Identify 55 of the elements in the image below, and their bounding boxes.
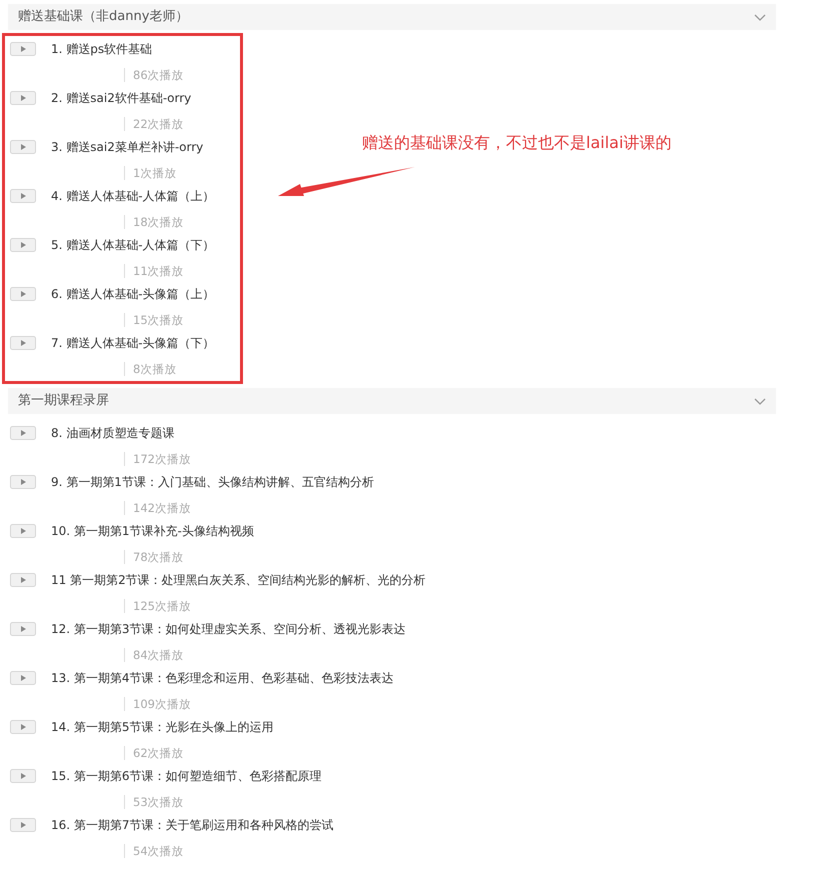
play-icon[interactable] [10,42,36,56]
play-count: 1次播放 [124,166,176,180]
play-icon[interactable] [10,769,36,783]
play-count: 11次播放 [124,264,184,278]
lesson-title[interactable]: 6. 赠送人体基础-头像篇（上） [51,285,215,303]
lesson-title[interactable]: 9. 第一期第1节课：入门基础、头像结构讲解、五官结构分析 [51,473,374,491]
chevron-down-icon[interactable] [754,14,766,20]
play-icon[interactable] [10,426,36,440]
lesson-title[interactable]: 15. 第一期第6节课：如何塑造细节、色彩搭配原理 [51,767,322,785]
annotation-text: 赠送的基础课没有，不过也不是lailai讲课的 [362,132,672,154]
play-icon[interactable] [10,720,36,734]
play-count: 172次播放 [124,452,191,466]
play-icon[interactable] [10,140,36,154]
play-count: 109次播放 [124,697,191,711]
section-title: 第一期课程录屏 [18,392,109,410]
lesson-title[interactable]: 7. 赠送人体基础-头像篇（下） [51,334,215,352]
chevron-down-icon[interactable] [754,398,766,404]
play-icon[interactable] [10,475,36,489]
play-count: 78次播放 [124,550,184,564]
play-count: 22次播放 [124,117,184,131]
play-icon[interactable] [10,818,36,832]
play-icon[interactable] [10,336,36,350]
lesson-title[interactable]: 8. 油画材质塑造专题课 [51,424,174,442]
play-count: 15次播放 [124,313,184,327]
play-icon[interactable] [10,189,36,203]
play-count: 86次播放 [124,68,184,82]
play-count: 53次播放 [124,795,184,809]
play-icon[interactable] [10,524,36,538]
play-count: 84次播放 [124,648,184,662]
play-icon[interactable] [10,91,36,105]
play-count: 54次播放 [124,844,184,858]
lesson-title[interactable]: 13. 第一期第4节课：色彩理念和运用、色彩基础、色彩技法表达 [51,669,394,687]
lesson-title[interactable]: 14. 第一期第5节课：光影在头像上的运用 [51,718,274,736]
lesson-title[interactable]: 1. 赠送ps软件基础 [51,40,152,58]
lesson-title[interactable]: 11 第一期第2节课：处理黑白灰关系、空间结构光影的解析、光的分析 [51,571,426,589]
play-count: 125次播放 [124,599,191,613]
lesson-title[interactable]: 4. 赠送人体基础-人体篇（上） [51,187,215,205]
play-count: 62次播放 [124,746,184,760]
lesson-title[interactable]: 16. 第一期第7节课：关于笔刷运用和各种风格的尝试 [51,816,334,834]
lesson-title[interactable]: 12. 第一期第3节课：如何处理虚实关系、空间分析、透视光影表达 [51,620,406,638]
play-count: 142次播放 [124,501,191,515]
section-header[interactable]: 第一期课程录屏 [8,388,776,414]
lesson-title[interactable]: 5. 赠送人体基础-人体篇（下） [51,236,215,254]
play-icon[interactable] [10,573,36,587]
play-icon[interactable] [10,287,36,301]
section-title: 赠送基础课（非danny老师） [18,8,188,26]
section-header[interactable]: 赠送基础课（非danny老师） [8,4,776,30]
play-icon[interactable] [10,238,36,252]
lesson-title[interactable]: 3. 赠送sai2菜单栏补讲-orry [51,138,204,156]
play-icon[interactable] [10,622,36,636]
play-count: 8次播放 [124,362,176,376]
play-icon[interactable] [10,671,36,685]
lesson-title[interactable]: 2. 赠送sai2软件基础-orry [51,89,192,107]
play-count: 18次播放 [124,215,184,229]
lesson-title[interactable]: 10. 第一期第1节课补充-头像结构视频 [51,522,254,540]
